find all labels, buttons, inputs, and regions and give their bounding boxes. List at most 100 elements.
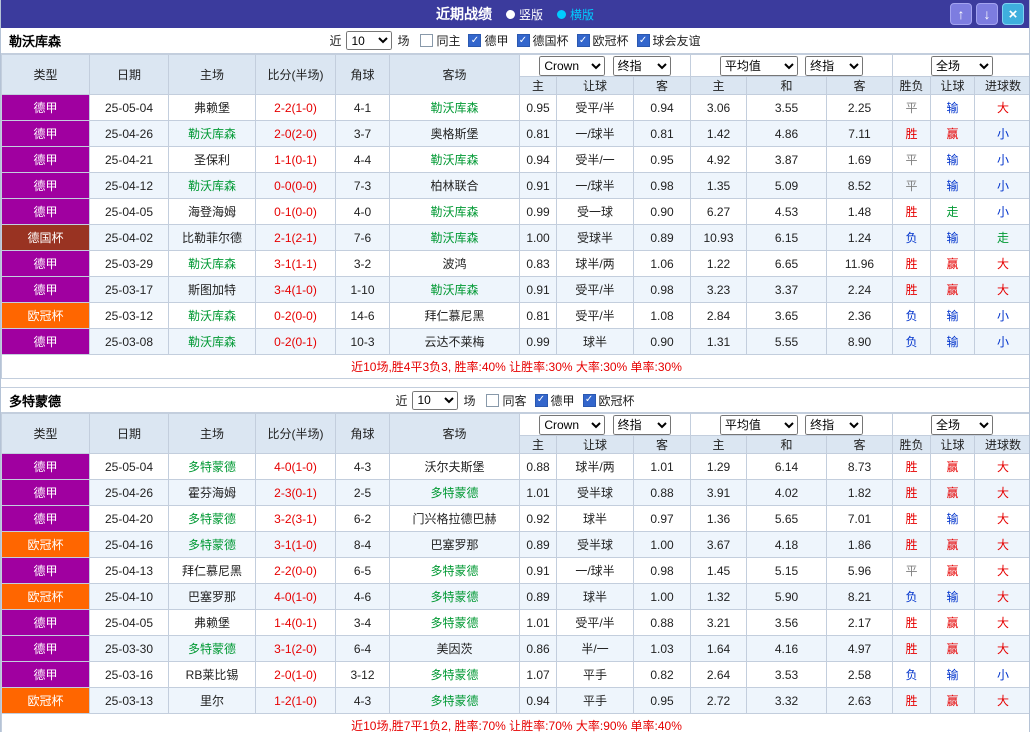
average-time-select[interactable]: 终指 bbox=[805, 414, 864, 435]
avg-away-odds: 1.69 bbox=[826, 146, 893, 173]
col-score: 比分(半场) bbox=[255, 413, 336, 454]
away-team-name: 勒沃库森 bbox=[389, 146, 520, 173]
checkbox-unchecked-icon[interactable] bbox=[420, 34, 434, 47]
match-count-select[interactable]: 10 bbox=[346, 31, 393, 50]
avg-away-odds: 1.24 bbox=[826, 224, 893, 251]
subcol-avg-away: 客 bbox=[826, 76, 893, 95]
match-row: 欧冠杯 25-04-16 多特蒙德 3-1(1-0) 8-4 巴塞罗那 0.89 受半球 1.0… bbox=[1, 531, 1029, 558]
goals-result: 大 bbox=[973, 453, 1029, 480]
odds-home: 0.94 bbox=[519, 687, 557, 714]
average-time-select[interactable]: 终指 bbox=[805, 55, 864, 76]
avg-home-odds: 3.23 bbox=[690, 276, 747, 303]
handicap-result: 赢 bbox=[930, 609, 975, 636]
col-home: 主场 bbox=[168, 54, 256, 95]
filter-checkbox[interactable]: 同客 bbox=[486, 392, 527, 409]
scroll-down-button[interactable]: ↓ bbox=[976, 3, 998, 25]
match-date: 25-05-04 bbox=[89, 453, 169, 480]
close-button[interactable]: × bbox=[1002, 3, 1024, 25]
filter-checkbox[interactable]: ✓ 球会友谊 bbox=[636, 32, 701, 49]
avg-home-odds: 3.21 bbox=[690, 609, 747, 636]
away-team-name: 多特蒙德 bbox=[389, 609, 520, 636]
section-summary: 近10场,胜7平1负2, 胜率:70% 让胜率:70% 大率:90% 单率:40… bbox=[1, 713, 1029, 732]
match-count-select[interactable]: 10 bbox=[412, 390, 459, 410]
result-badge: 胜 bbox=[892, 609, 931, 636]
bookmaker-time-select[interactable]: 终指 bbox=[612, 55, 671, 76]
avg-away-odds: 8.90 bbox=[826, 328, 893, 355]
filter-checkbox[interactable]: 同主 bbox=[420, 32, 460, 49]
odds-away: 0.94 bbox=[633, 94, 691, 121]
odds-handicap: 受平/半 bbox=[556, 276, 634, 303]
match-row: 德甲 25-05-04 弗赖堡 2-2(1-0) 4-1 勒沃库森 0.95 受平/半 0.94… bbox=[1, 94, 1029, 121]
filter-checkbox-label: 欧冠杯 bbox=[592, 34, 629, 48]
recent-results-window: 近期战绩 竖版 横版 ↑ ↓ × 勒沃库森 近 10 场 同主 ✓ 德甲 ✓ 德… bbox=[0, 0, 1030, 732]
subcol-avg-draw: 和 bbox=[746, 76, 827, 95]
avg-draw-odds: 3.37 bbox=[746, 276, 827, 303]
subcol-handicap: 让球 bbox=[556, 435, 634, 454]
odds-handicap: 球半/两 bbox=[556, 250, 634, 277]
odds-home: 1.01 bbox=[519, 609, 557, 636]
match-date: 25-03-12 bbox=[89, 302, 169, 329]
filter-controls: 近 10 场 同主 ✓ 德甲 ✓ 德国杯 ✓ 欧冠杯 ✓ 球会友谊 bbox=[329, 31, 701, 50]
avg-home-odds: 1.22 bbox=[690, 250, 747, 277]
radio-horizontal-label: 横版 bbox=[570, 7, 595, 22]
average-select[interactable]: 平均值 bbox=[719, 55, 798, 76]
average-select-cell: 平均值 终指 bbox=[690, 413, 893, 436]
checkbox-checked-icon[interactable]: ✓ bbox=[576, 34, 590, 47]
titlebar: 近期战绩 竖版 横版 ↑ ↓ × bbox=[1, 0, 1029, 28]
goals-result: 小 bbox=[973, 172, 1029, 199]
home-team-name: 多特蒙德 bbox=[168, 635, 256, 662]
goals-result: 大 bbox=[973, 505, 1029, 532]
games-label: 场 bbox=[397, 34, 410, 48]
avg-away-odds: 8.52 bbox=[826, 172, 893, 199]
avg-home-odds: 2.72 bbox=[690, 687, 747, 714]
result-badge: 胜 bbox=[892, 198, 931, 225]
checkbox-checked-icon[interactable]: ✓ bbox=[534, 393, 548, 407]
away-team-name: 多特蒙德 bbox=[389, 557, 520, 584]
bookmaker-time-select[interactable]: 终指 bbox=[612, 414, 671, 435]
odds-away: 0.95 bbox=[633, 146, 691, 173]
match-row: 德甲 25-04-05 海登海姆 0-1(0-0) 4-0 勒沃库森 0.99 受一球 0.90… bbox=[1, 198, 1029, 225]
bookmaker-select[interactable]: Crown bbox=[539, 55, 606, 76]
checkbox-checked-icon[interactable]: ✓ bbox=[636, 34, 650, 47]
goals-result: 小 bbox=[973, 198, 1029, 225]
avg-away-odds: 2.36 bbox=[826, 302, 893, 329]
handicap-result: 输 bbox=[930, 661, 975, 688]
odds-away: 0.81 bbox=[633, 120, 691, 147]
result-badge: 负 bbox=[892, 224, 931, 251]
match-type-badge: 德甲 bbox=[1, 453, 90, 480]
goals-result: 大 bbox=[973, 250, 1029, 277]
radio-vertical-layout[interactable]: 竖版 bbox=[505, 6, 543, 23]
checkbox-unchecked-icon[interactable] bbox=[486, 393, 500, 407]
filter-checkbox[interactable]: ✓ 德甲 bbox=[468, 32, 509, 49]
goals-result: 大 bbox=[973, 609, 1029, 636]
scope-select[interactable]: 全场 bbox=[931, 414, 994, 435]
radio-icon bbox=[557, 9, 566, 19]
odds-handicap: 受平/半 bbox=[556, 609, 634, 636]
match-date: 25-04-20 bbox=[89, 505, 169, 532]
filter-checkbox[interactable]: ✓ 德甲 bbox=[534, 392, 575, 409]
filter-checkbox[interactable]: ✓ 欧冠杯 bbox=[582, 392, 635, 409]
filter-checkbox[interactable]: ✓ 欧冠杯 bbox=[576, 32, 629, 49]
matches-table: 类型 日期 主场 比分(半场) 角球 客场 Crown 终指 平均值 终指 全场… bbox=[1, 413, 1029, 732]
checkbox-checked-icon[interactable]: ✓ bbox=[468, 34, 482, 47]
scroll-up-button[interactable]: ↑ bbox=[950, 3, 972, 25]
subcol-handicap-result: 让球 bbox=[930, 435, 975, 454]
odds-handicap: 受球半 bbox=[556, 224, 634, 251]
avg-away-odds: 5.96 bbox=[826, 557, 893, 584]
odds-away: 0.98 bbox=[633, 557, 691, 584]
avg-home-odds: 6.27 bbox=[690, 198, 747, 225]
filter-checkbox[interactable]: ✓ 德国杯 bbox=[516, 32, 569, 49]
scope-select[interactable]: 全场 bbox=[931, 55, 994, 76]
odds-handicap: 受半球 bbox=[556, 531, 634, 558]
avg-away-odds: 11.96 bbox=[826, 250, 893, 277]
average-select[interactable]: 平均值 bbox=[719, 414, 798, 435]
handicap-result: 赢 bbox=[930, 557, 975, 584]
radio-horizontal-layout[interactable]: 横版 bbox=[557, 6, 594, 23]
match-score: 2-3(0-1) bbox=[255, 479, 336, 506]
checkbox-checked-icon[interactable]: ✓ bbox=[582, 393, 596, 407]
match-score: 1-4(0-1) bbox=[255, 609, 336, 636]
bookmaker-select[interactable]: Crown bbox=[539, 414, 606, 435]
filter-controls: 近 10 场 同客 ✓ 德甲 ✓ 欧冠杯 bbox=[395, 390, 635, 410]
checkbox-checked-icon[interactable]: ✓ bbox=[516, 34, 530, 47]
match-date: 25-03-29 bbox=[89, 250, 169, 277]
